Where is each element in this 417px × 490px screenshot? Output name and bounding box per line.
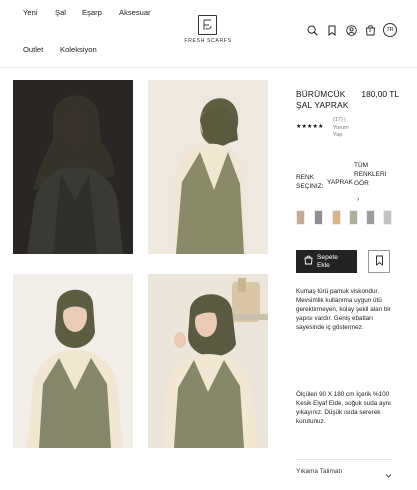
swatch-fill bbox=[333, 211, 340, 224]
chevron-down-icon[interactable] bbox=[385, 466, 392, 484]
product-photo-4[interactable] bbox=[148, 274, 268, 448]
swatch-fill bbox=[367, 211, 374, 224]
rating-stars: ★★★★★ bbox=[296, 124, 324, 130]
logo-icon[interactable] bbox=[198, 15, 217, 35]
color-swatch[interactable] bbox=[332, 210, 341, 225]
cart-icon bbox=[304, 255, 313, 268]
section-divider bbox=[296, 459, 392, 460]
color-swatch[interactable] bbox=[349, 210, 358, 225]
color-swatch[interactable] bbox=[314, 210, 323, 225]
logo-text: FRESH SCARFS bbox=[184, 38, 232, 44]
nav-item-sal[interactable]: Şal bbox=[55, 8, 66, 17]
bookmark-icon bbox=[375, 253, 384, 271]
product-price: 180,00 TL bbox=[361, 89, 399, 99]
swatch-fill bbox=[315, 211, 322, 224]
product-description: Kumaş türü pamuk viskondur. Mevsimlik ku… bbox=[296, 288, 391, 331]
nav-item-outlet[interactable]: Outlet bbox=[23, 45, 43, 54]
all-colors-link[interactable]: TÜM RENKLERI GÖR bbox=[354, 161, 398, 188]
header-divider bbox=[0, 67, 417, 68]
product-photo-3[interactable] bbox=[13, 274, 133, 448]
bookmark-icon[interactable] bbox=[326, 24, 338, 36]
color-swatch[interactable] bbox=[366, 210, 375, 225]
add-to-cart-button[interactable]: Sepete Ekle bbox=[296, 250, 357, 273]
language-selector[interactable]: TR bbox=[383, 23, 397, 37]
product-title: BÜRÜMCÜK ŞAL YAPRAK bbox=[296, 89, 349, 110]
nav-item-yeni[interactable]: Yeni bbox=[23, 8, 38, 17]
swatch-fill bbox=[297, 211, 304, 224]
nav-item-aksesuar[interactable]: Aksesuar bbox=[119, 8, 151, 17]
rating-link[interactable]: (17) | Yorum Yap bbox=[333, 117, 359, 140]
color-swatch[interactable] bbox=[383, 210, 392, 225]
product-specs: Ölçüleri 90 X 180 cm İçerik %100 Kesik E… bbox=[296, 391, 391, 425]
product-photo-2[interactable] bbox=[148, 80, 268, 254]
product-photo-1[interactable] bbox=[13, 80, 133, 254]
color-select-label: RENK SEÇINIZ: bbox=[296, 174, 324, 190]
nav-item-esarp[interactable]: Eşarp bbox=[82, 8, 102, 17]
swatch-fill bbox=[384, 211, 391, 224]
chevron-right-icon[interactable]: › bbox=[357, 196, 359, 203]
selected-color-name: YAPRAK bbox=[327, 179, 353, 186]
nav-item-koleksiyon[interactable]: Koleksiyon bbox=[60, 45, 97, 54]
user-icon[interactable] bbox=[345, 24, 357, 36]
swatch-fill bbox=[350, 211, 357, 224]
favorite-button[interactable] bbox=[368, 250, 390, 273]
color-swatch[interactable] bbox=[296, 210, 305, 225]
add-to-cart-label: Sepete Ekle bbox=[317, 253, 338, 269]
search-icon[interactable] bbox=[306, 24, 318, 36]
wash-instructions-toggle[interactable]: Yıkama Talimatı bbox=[296, 468, 342, 475]
cart-count: 0 bbox=[368, 28, 372, 33]
